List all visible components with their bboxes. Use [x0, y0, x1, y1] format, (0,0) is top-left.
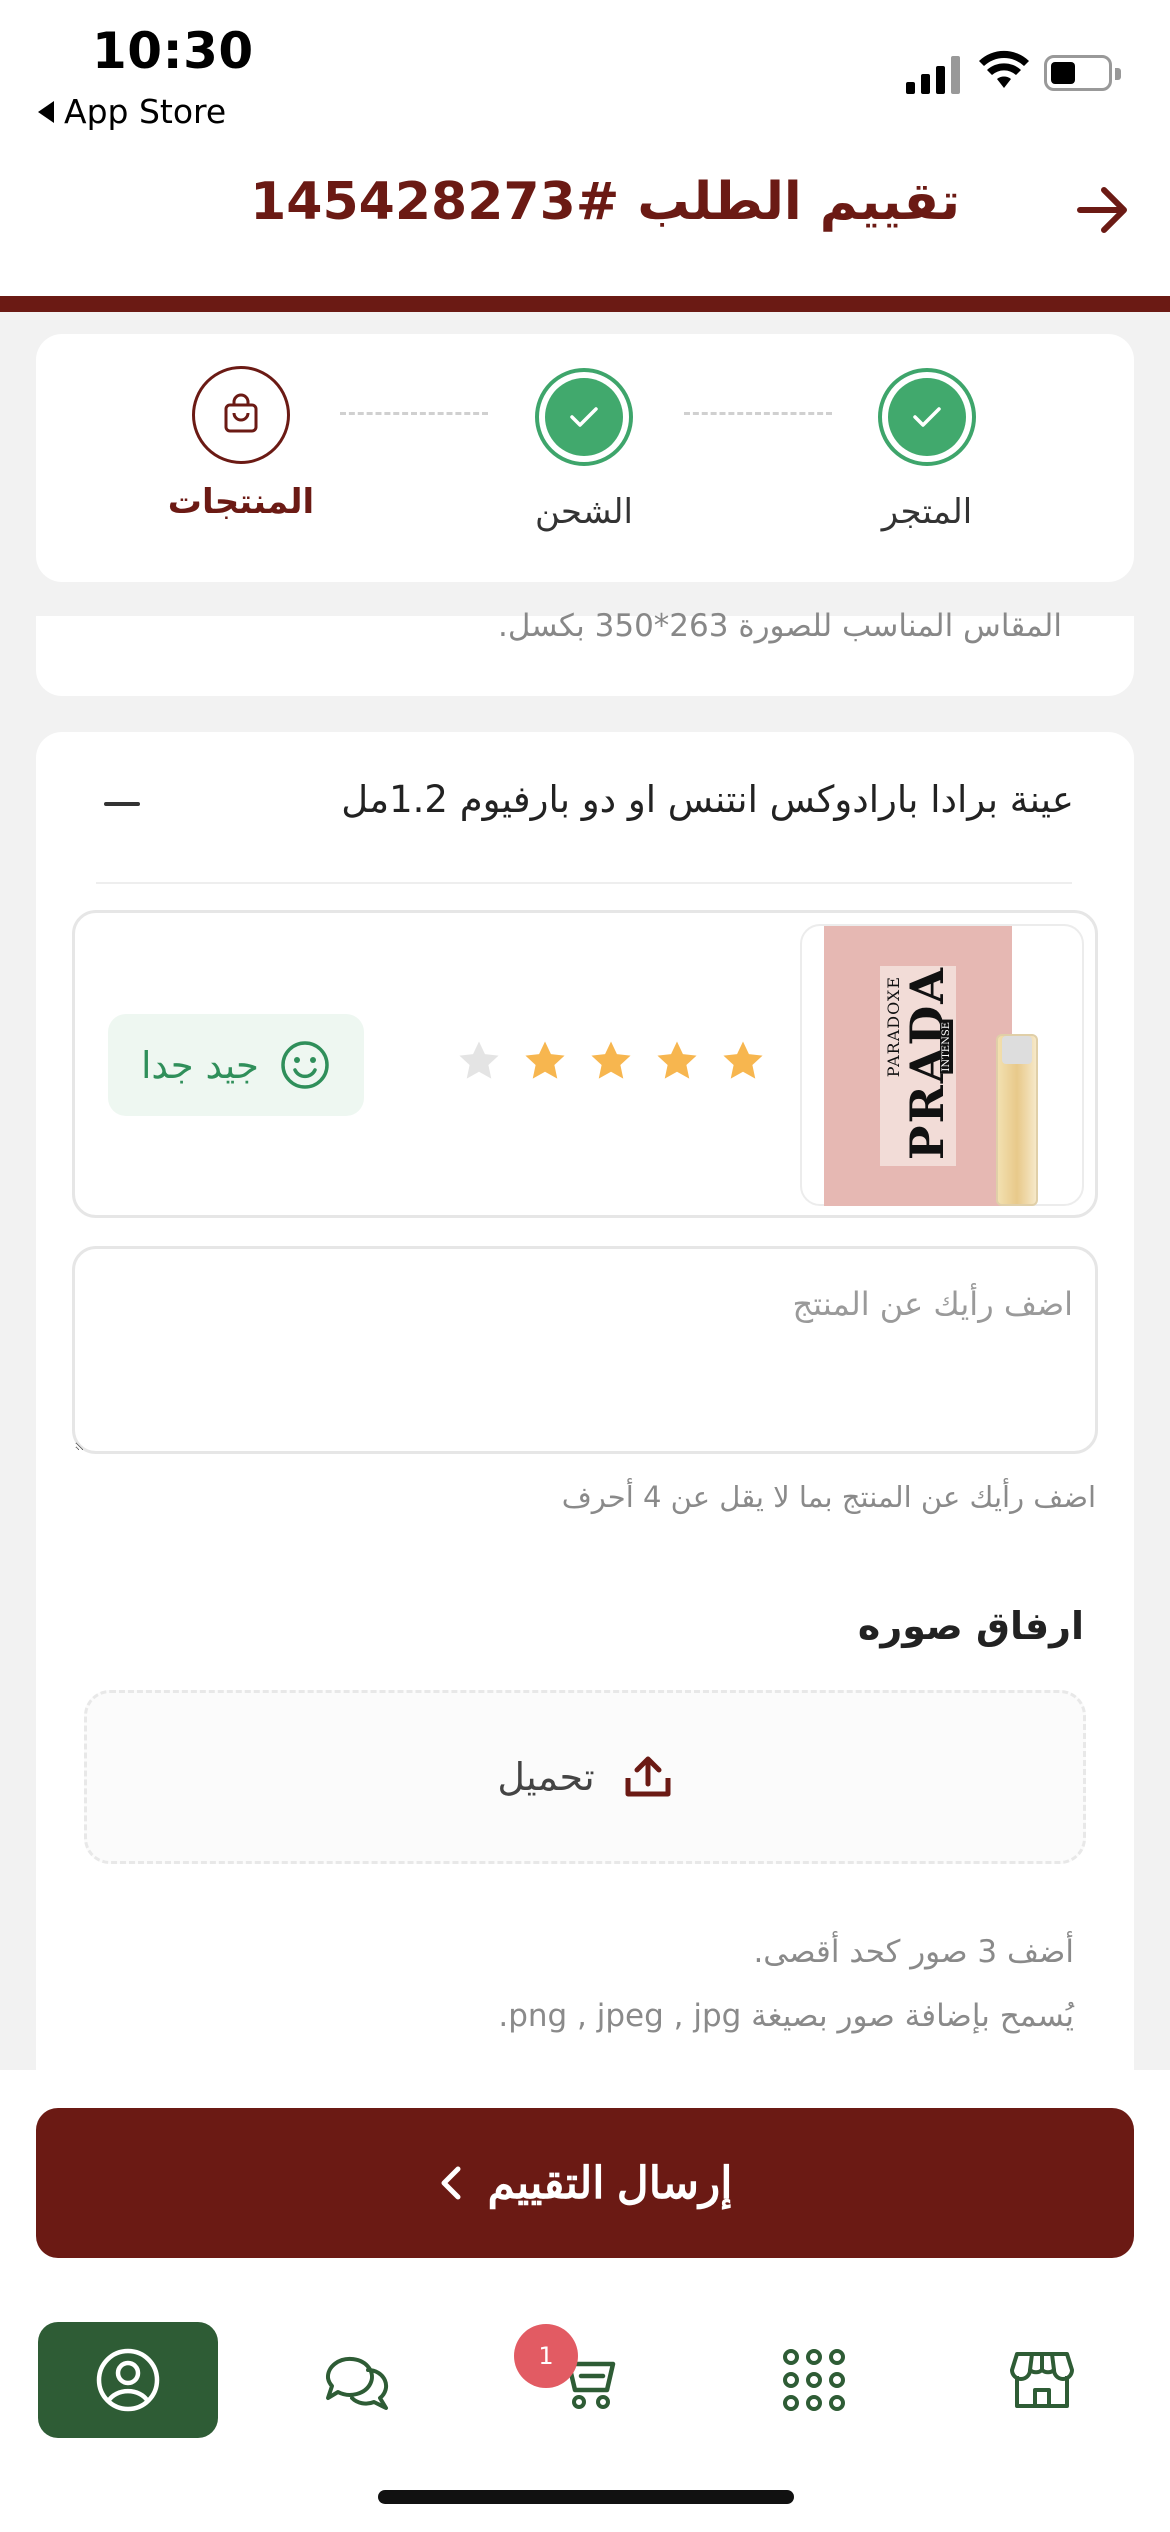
- shopping-bag-icon: [224, 393, 258, 433]
- back-triangle-icon: [38, 100, 54, 123]
- arrow-right-icon[interactable]: [1076, 186, 1130, 234]
- upload-icon: [625, 1756, 671, 1797]
- cart-count-badge: 1: [514, 2324, 578, 2388]
- step-connector: [340, 412, 488, 415]
- star-icon[interactable]: [456, 1038, 502, 1084]
- divider: [96, 882, 1072, 884]
- review-field: [72, 1246, 1098, 1454]
- tab-categories[interactable]: [724, 2322, 904, 2438]
- review-min-length-hint: اضف رأيك عن المنتج بما لا يقل عن 4 أحرف: [561, 1480, 1096, 1514]
- rating-mood-badge: جيد جدا: [108, 1014, 364, 1116]
- page-title: تقييم الطلب #145428273: [250, 172, 960, 232]
- star-icon[interactable]: [720, 1038, 766, 1084]
- star-rating[interactable]: [456, 1038, 766, 1084]
- image-size-note: المقاس المناسب للصورة 263*350 بكسل.: [498, 608, 1062, 644]
- step-store-indicator: [878, 368, 976, 466]
- rating-mood-label: جيد جدا: [141, 1043, 259, 1087]
- upload-label: تحميل: [497, 1755, 595, 1799]
- collapse-minus-icon[interactable]: [104, 802, 140, 806]
- step-products-label: المنتجات: [167, 482, 315, 522]
- tab-chat[interactable]: [266, 2322, 446, 2438]
- smile-icon: [281, 1041, 329, 1089]
- back-app-label: App Store: [64, 92, 227, 131]
- step-store-label: المتجر: [881, 492, 973, 532]
- submit-label: إرسال التقييم: [487, 2158, 733, 2208]
- check-icon: [570, 407, 598, 427]
- wifi-icon: [979, 50, 1029, 88]
- image-text-sub: INTENSE: [940, 1020, 953, 1074]
- upload-button[interactable]: تحميل: [84, 1690, 1086, 1864]
- store-icon: [1010, 2352, 1074, 2408]
- battery-icon: [1044, 55, 1121, 91]
- step-products-indicator: [192, 366, 290, 464]
- review-textarea[interactable]: [75, 1249, 1095, 1451]
- perfume-box-image: PARADOXE PRADA INTENSE: [824, 926, 1012, 1206]
- step-connector: [684, 412, 832, 415]
- grid-icon: [783, 2349, 845, 2411]
- max-images-note: أضف 3 صور كحد أقصى.: [753, 1934, 1074, 1970]
- back-to-app-store[interactable]: App Store: [38, 92, 226, 131]
- product-title: عينة برادا بارادوكس انتنس او دو بارفيوم …: [341, 778, 1074, 821]
- perfume-label: PARADOXE PRADA INTENSE: [880, 966, 956, 1166]
- bottom-tab-bar: [0, 2300, 1170, 2500]
- star-icon[interactable]: [588, 1038, 634, 1084]
- status-time: 10:30: [92, 22, 254, 80]
- perfume-cap-image: [1002, 1036, 1032, 1064]
- chevron-left-icon: [441, 2166, 461, 2200]
- attach-image-title: ارفاق صوره: [857, 1604, 1084, 1648]
- cellular-signal-icon: [906, 52, 960, 94]
- check-icon: [913, 407, 941, 427]
- step-shipping-label: الشحن: [535, 492, 633, 532]
- star-icon[interactable]: [654, 1038, 700, 1084]
- header-accent-bar: [0, 296, 1170, 312]
- step-shipping-indicator: [535, 368, 633, 466]
- home-indicator: [378, 2490, 794, 2504]
- profile-icon: [96, 2348, 160, 2412]
- allowed-formats-note: يُسمح بإضافة صور بصيغة png , jpeg , jpg.: [498, 1998, 1074, 2034]
- tab-profile[interactable]: [38, 2322, 218, 2438]
- submit-review-button[interactable]: إرسال التقييم: [36, 2108, 1134, 2258]
- chat-icon: [325, 2356, 389, 2410]
- tab-store[interactable]: [952, 2322, 1132, 2438]
- star-icon[interactable]: [522, 1038, 568, 1084]
